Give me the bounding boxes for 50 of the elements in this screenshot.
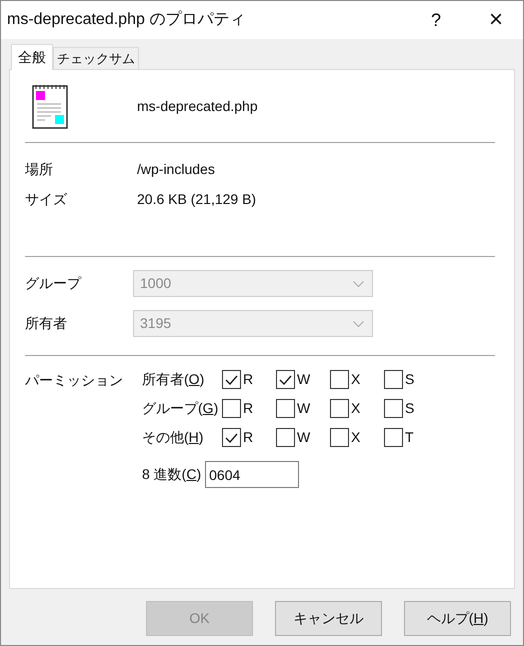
- checkbox[interactable]: [222, 428, 241, 447]
- field-value: /wp-includes: [137, 160, 215, 179]
- checkbox[interactable]: [384, 370, 403, 389]
- checkbox[interactable]: [384, 399, 403, 418]
- checkbox[interactable]: [222, 370, 241, 389]
- checkmark-icon: [279, 374, 292, 384]
- checkbox-label: X: [351, 399, 360, 418]
- dialog-button[interactable]: キャンセル: [275, 601, 382, 636]
- checkbox-label: W: [297, 428, 310, 447]
- checkbox[interactable]: [276, 428, 295, 447]
- field-label: 場所: [25, 160, 54, 179]
- field-value: 20.6 KB (21,129 B): [137, 190, 256, 209]
- checkbox[interactable]: [222, 399, 241, 418]
- field-label: グループ: [25, 274, 82, 293]
- field-label: サイズ: [25, 190, 68, 209]
- checkbox-label: S: [405, 370, 414, 389]
- checkbox[interactable]: [330, 399, 349, 418]
- dialog-button[interactable]: ヘルプ(H): [404, 601, 511, 636]
- checkbox-label: X: [351, 428, 360, 447]
- chevron-down-icon: [353, 280, 364, 286]
- close-button[interactable]: ×: [471, 2, 521, 38]
- notepad-icon: [31, 82, 69, 130]
- file-name: ms-deprecated.php: [137, 96, 258, 116]
- checkbox-label: T: [405, 428, 414, 447]
- chevron-down-icon: [353, 320, 364, 326]
- checkbox-label: W: [297, 370, 310, 389]
- field-label: 所有者: [25, 314, 68, 333]
- permission-group-label: その他(H): [142, 428, 204, 447]
- permission-group-label: 所有者(O): [142, 370, 206, 389]
- checkmark-icon: [225, 432, 238, 442]
- checkbox-label: X: [351, 370, 360, 389]
- permissions-label: パーミッション: [25, 371, 124, 390]
- checkbox[interactable]: [384, 428, 403, 447]
- checkbox-label: R: [243, 370, 254, 389]
- permission-group-label: グループ(G): [142, 399, 220, 418]
- window-title: ms-deprecated.php のプロパティ: [7, 10, 246, 30]
- checkbox[interactable]: [330, 370, 349, 389]
- checkbox-label: R: [243, 399, 254, 418]
- octal-label: 8 進数(C): [142, 465, 202, 484]
- tab[interactable]: チェックサム: [53, 47, 139, 69]
- checkbox-label: S: [405, 399, 414, 418]
- checkbox[interactable]: [330, 428, 349, 447]
- checkbox[interactable]: [276, 370, 295, 389]
- checkbox-label: R: [243, 428, 254, 447]
- help-button[interactable]: ?: [413, 2, 459, 38]
- checkbox[interactable]: [276, 399, 295, 418]
- tab[interactable]: 全般: [11, 44, 53, 70]
- checkbox-label: W: [297, 399, 310, 418]
- checkmark-icon: [225, 374, 238, 384]
- octal-input[interactable]: 0604: [205, 461, 300, 488]
